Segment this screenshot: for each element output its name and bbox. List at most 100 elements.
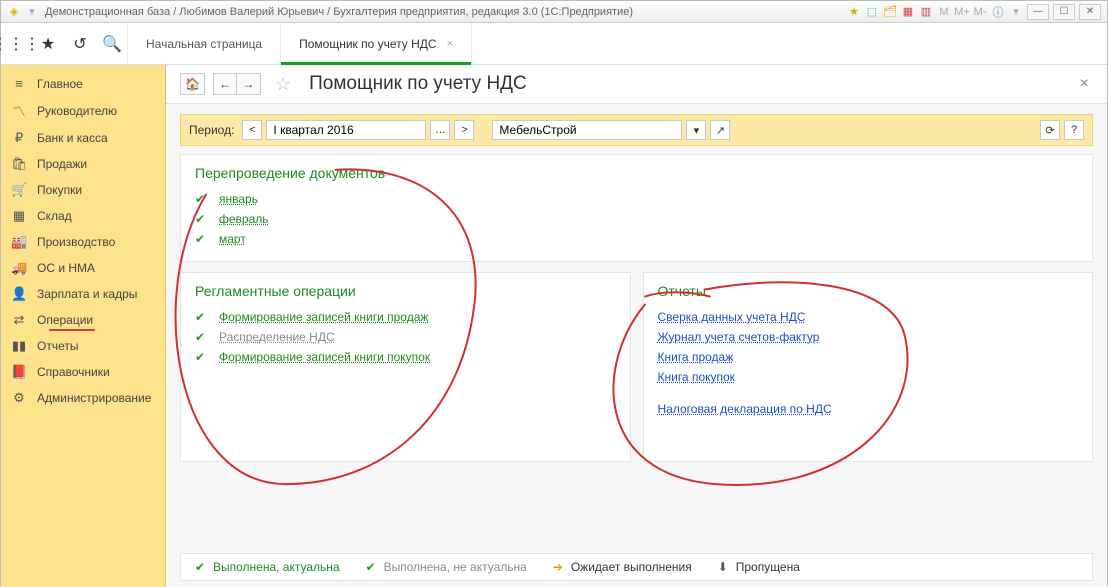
options-icon[interactable]: ▾	[1009, 5, 1023, 19]
sidebar-item-bank[interactable]: ₽Банк и касса	[1, 125, 165, 151]
sidebar-label: Справочники	[37, 365, 110, 379]
minimize-button[interactable]: —	[1027, 4, 1049, 20]
history-icon[interactable]: ↺	[71, 35, 89, 53]
legend-skipped: ⬇ Пропущена	[716, 560, 800, 574]
main-toolbar: ⋮⋮⋮ ★ ↺ 🔍 Начальная страница Помощник по…	[1, 23, 1107, 65]
sidebar-label: Руководителю	[37, 104, 117, 118]
gear-icon: ⚙	[11, 390, 27, 406]
mplus-icon[interactable]: M+	[955, 5, 969, 19]
panel-reglament: Регламентные операции ✔ Формирование зап…	[180, 272, 631, 462]
back-button[interactable]: ←	[213, 73, 237, 95]
report-link-vat-declaration[interactable]: Налоговая декларация по НДС	[658, 399, 832, 419]
sidebar-item-reports[interactable]: ▮▮Отчеты	[1, 333, 165, 359]
window-titlebar: ◈ ▾ Демонстрационная база / Любимов Вале…	[1, 1, 1107, 23]
org-open-button[interactable]: ↗	[710, 120, 730, 140]
sidebar-item-manager[interactable]: 〽Руководителю	[1, 96, 165, 125]
org-dropdown-button[interactable]: ▾	[686, 120, 706, 140]
page-title: Помощник по учету НДС	[309, 73, 527, 95]
month-link-feb[interactable]: февраль	[219, 212, 269, 226]
legend-done-stale: ✔ Выполнена, не актуальна	[364, 560, 527, 574]
sidebar-label: Склад	[37, 209, 72, 223]
apps-icon[interactable]: ⋮⋮⋮	[7, 35, 25, 53]
page-header: 🏠 ← → ☆ Помощник по учету НДС ×	[166, 65, 1107, 104]
refresh-button[interactable]: ⟳	[1040, 120, 1060, 140]
sidebar-item-main[interactable]: ≡ Главное	[1, 71, 165, 96]
legend-label: Выполнена, актуальна	[213, 560, 340, 574]
book-icon: 📕	[11, 364, 27, 380]
sidebar-label: ОС и НМА	[37, 261, 95, 275]
sidebar-label: Администрирование	[37, 391, 151, 405]
sidebar-item-sales[interactable]: 🛍 Продажи	[1, 151, 165, 177]
period-next-button[interactable]: >	[454, 120, 474, 140]
op-link-vat-dist[interactable]: Распределение НДС	[219, 330, 335, 344]
star-icon[interactable]: ★	[39, 35, 57, 53]
tab-vat-assistant[interactable]: Помощник по учету НДС ×	[281, 23, 472, 64]
op-row-purchase-book: ✔ Формирование записей книги покупок	[195, 347, 616, 367]
check-icon: ✔	[195, 330, 209, 344]
folder-icon[interactable]: 🗂	[883, 5, 897, 19]
sidebar-label: Главное	[37, 77, 83, 91]
mminus-icon[interactable]: M-	[973, 5, 987, 19]
home-button[interactable]: 🏠	[180, 73, 205, 95]
op-link-purchase-book[interactable]: Формирование записей книги покупок	[219, 350, 430, 364]
period-input[interactable]	[266, 120, 426, 140]
m-icon[interactable]: M	[937, 5, 951, 19]
report-link-reconcile[interactable]: Сверка данных учета НДС	[658, 307, 806, 327]
sidebar-item-directories[interactable]: 📕 Справочники	[1, 359, 165, 385]
nav-icon[interactable]: ⬚	[865, 5, 879, 19]
ops-icon: ⇄	[11, 312, 27, 328]
report-link-sales-book[interactable]: Книга продаж	[658, 347, 734, 367]
favorite-toggle[interactable]: ☆	[275, 74, 291, 95]
sidebar-label: Производство	[37, 235, 115, 249]
arrow-down-icon: ⬇	[716, 560, 730, 574]
maximize-button[interactable]: ☐	[1053, 4, 1075, 20]
sidebar-item-purchases[interactable]: 🛒Покупки	[1, 177, 165, 203]
menu-icon: ≡	[11, 76, 27, 91]
panel-reports: Отчеты Сверка данных учета НДС Журнал уч…	[643, 272, 1094, 462]
sidebar-item-warehouse[interactable]: ▦Склад	[1, 203, 165, 229]
dropdown-icon[interactable]: ▾	[25, 5, 39, 19]
check-icon: ✔	[195, 192, 209, 206]
report-link-purchase-book[interactable]: Книга покупок	[658, 367, 735, 387]
bag-icon: 🛍	[11, 156, 27, 172]
fav-icon[interactable]: ★	[847, 5, 861, 19]
legend-label: Пропущена	[736, 560, 800, 574]
month-link-jan[interactable]: январь	[219, 192, 258, 206]
sidebar-item-assets[interactable]: 🚚ОС и НМА	[1, 255, 165, 281]
sidebar-label: Банк и касса	[37, 131, 108, 145]
tab-home[interactable]: Начальная страница	[128, 23, 281, 64]
panel-repost: Перепроведение документов ✔ январь ✔ фев…	[180, 154, 1093, 262]
grid-icon[interactable]: ▦	[901, 5, 915, 19]
month-link-mar[interactable]: март	[219, 232, 246, 246]
period-bar: Период: < … > ▾ ↗ ⟳ ?	[180, 114, 1093, 146]
sidebar-item-admin[interactable]: ⚙ Администрирование	[1, 385, 165, 411]
legend-label: Выполнена, не актуальна	[384, 560, 527, 574]
op-link-sales-book[interactable]: Формирование записей книги продаж	[219, 310, 428, 324]
help-button[interactable]: ?	[1064, 120, 1084, 140]
op-row-sales-book: ✔ Формирование записей книги продаж	[195, 307, 616, 327]
page-close-button[interactable]: ×	[1076, 75, 1093, 93]
period-prev-button[interactable]: <	[242, 120, 262, 140]
sidebar: ≡ Главное 〽Руководителю ₽Банк и касса 🛍 Пр…	[1, 65, 166, 587]
legend-done-actual: ✔Выполнена, актуальна	[193, 560, 340, 574]
tab-close-icon[interactable]: ×	[447, 38, 453, 50]
panel-repost-title: Перепроведение документов	[195, 165, 1078, 181]
check-icon: ✔	[195, 212, 209, 226]
tab-vat-label: Помощник по учету НДС	[299, 37, 436, 51]
check-icon: ✔	[364, 560, 378, 574]
cart-icon: 🛒	[11, 182, 27, 198]
report-link-invoice-journal[interactable]: Журнал учета счетов-фактур	[658, 327, 820, 347]
sidebar-item-production[interactable]: 🏭Производство	[1, 229, 165, 255]
info-icon[interactable]: ⓘ	[991, 5, 1005, 19]
app-icon: ◈	[7, 5, 21, 19]
sidebar-item-operations[interactable]: ⇄Операции	[1, 307, 165, 333]
org-input[interactable]	[492, 120, 682, 140]
search-icon[interactable]: 🔍	[103, 35, 121, 53]
sidebar-label: Продажи	[37, 157, 87, 171]
calc-icon[interactable]: ▥	[919, 5, 933, 19]
sidebar-item-salary[interactable]: 👤Зарплата и кадры	[1, 281, 165, 307]
close-button[interactable]: ✕	[1079, 4, 1101, 20]
period-picker-button[interactable]: …	[430, 120, 450, 140]
forward-button[interactable]: →	[237, 73, 261, 95]
window-title: Демонстрационная база / Любимов Валерий …	[45, 6, 841, 18]
